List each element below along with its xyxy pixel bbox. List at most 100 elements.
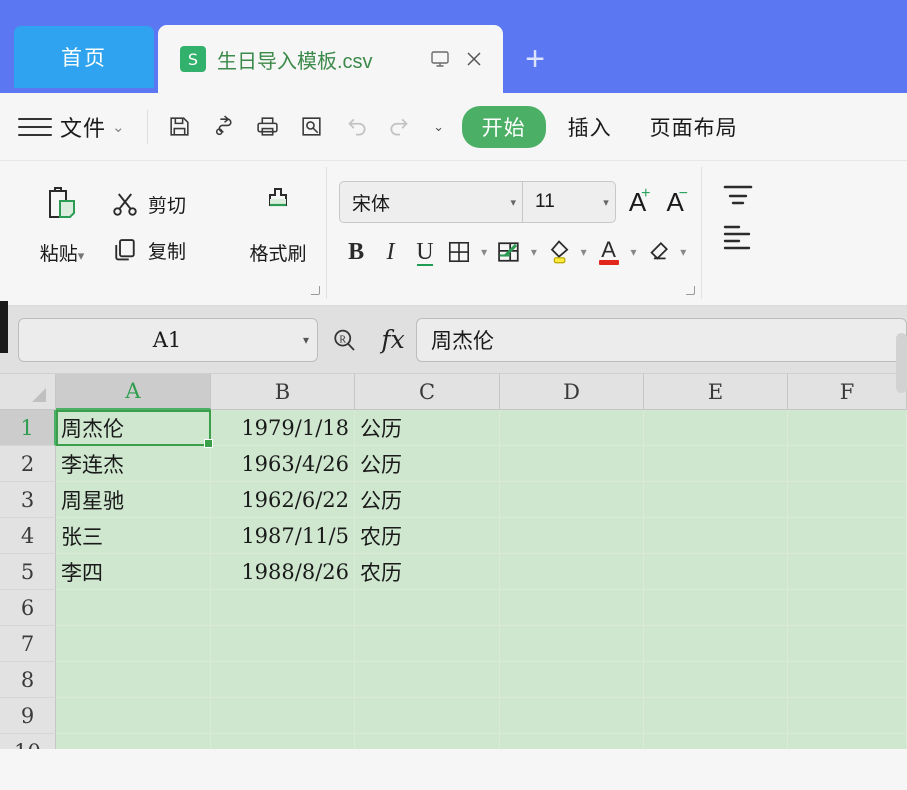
left-align-button[interactable]: [721, 223, 755, 253]
save-icon[interactable]: [158, 105, 202, 149]
cell-b7[interactable]: [211, 626, 355, 662]
redo-icon[interactable]: [378, 105, 422, 149]
top-align-button[interactable]: [721, 183, 755, 209]
print-preview-icon[interactable]: [290, 105, 334, 149]
fill-color-caret-icon[interactable]: ▾: [576, 245, 591, 259]
cell-f10[interactable]: [788, 734, 907, 749]
cell-e8[interactable]: [644, 662, 788, 698]
file-menu-button[interactable]: 文件: [60, 111, 106, 143]
cell-c8[interactable]: [355, 662, 500, 698]
cell-d2[interactable]: [500, 446, 644, 482]
cell-e2[interactable]: [644, 446, 788, 482]
font-size-combo[interactable]: 11 ▾: [522, 181, 616, 223]
cell-f5[interactable]: [788, 554, 907, 590]
fill-color-button[interactable]: [542, 231, 576, 273]
cell-c10[interactable]: [355, 734, 500, 749]
row-header-7[interactable]: 7: [0, 626, 56, 662]
cell-b3[interactable]: 1962/6/22: [211, 482, 355, 518]
row-header-1[interactable]: 1: [0, 410, 56, 446]
cell-f2[interactable]: [788, 446, 907, 482]
cell-d6[interactable]: [500, 590, 644, 626]
cell-c6[interactable]: [355, 590, 500, 626]
cell-d8[interactable]: [500, 662, 644, 698]
cell-d7[interactable]: [500, 626, 644, 662]
cell-d1[interactable]: [500, 410, 644, 446]
cell-e1[interactable]: [644, 410, 788, 446]
cell-e10[interactable]: [644, 734, 788, 749]
cell-f4[interactable]: [788, 518, 907, 554]
cell-d3[interactable]: [500, 482, 644, 518]
cell-b8[interactable]: [211, 662, 355, 698]
decrease-font-size-button[interactable]: A −: [659, 181, 691, 223]
select-all-button[interactable]: [0, 374, 56, 410]
paste-button[interactable]: 粘贴▾: [14, 167, 110, 299]
tab-insert[interactable]: 插入: [552, 107, 628, 147]
row-header-10[interactable]: 10: [0, 734, 56, 749]
cell-a7[interactable]: [56, 626, 211, 662]
cell-c2[interactable]: 公历: [355, 446, 500, 482]
column-header-d[interactable]: D: [500, 374, 644, 410]
cell-a9[interactable]: [56, 698, 211, 734]
more-commands-chevron-icon[interactable]: ⌄: [422, 119, 456, 135]
cell-d4[interactable]: [500, 518, 644, 554]
cell-c7[interactable]: [355, 626, 500, 662]
cell-e4[interactable]: [644, 518, 788, 554]
tab-home-ribbon[interactable]: 开始: [462, 106, 546, 148]
cell-e6[interactable]: [644, 590, 788, 626]
ribbon-scrollbar[interactable]: [896, 333, 907, 393]
print-icon[interactable]: [246, 105, 290, 149]
column-header-b[interactable]: B: [211, 374, 355, 410]
cell-d5[interactable]: [500, 554, 644, 590]
cell-c4[interactable]: 农历: [355, 518, 500, 554]
cell-a10[interactable]: [56, 734, 211, 749]
column-header-e[interactable]: E: [644, 374, 788, 410]
close-icon[interactable]: [457, 42, 491, 76]
cell-b10[interactable]: [211, 734, 355, 749]
cell-c5[interactable]: 农历: [355, 554, 500, 590]
name-box[interactable]: A1 ▾: [18, 318, 318, 362]
row-header-4[interactable]: 4: [0, 518, 56, 554]
cell-d9[interactable]: [500, 698, 644, 734]
font-color-button[interactable]: A: [591, 231, 625, 273]
tab-page-layout[interactable]: 页面布局: [634, 107, 754, 147]
search-range-icon[interactable]: R: [318, 325, 370, 355]
font-dialog-launcher[interactable]: [686, 286, 695, 295]
row-header-3[interactable]: 3: [0, 482, 56, 518]
column-header-c[interactable]: C: [355, 374, 500, 410]
cell-f1[interactable]: [788, 410, 907, 446]
cell-e3[interactable]: [644, 482, 788, 518]
cell-f8[interactable]: [788, 662, 907, 698]
cell-a6[interactable]: [56, 590, 211, 626]
italic-button[interactable]: I: [373, 231, 407, 273]
row-header-9[interactable]: 9: [0, 698, 56, 734]
cell-c1[interactable]: 公历: [355, 410, 500, 446]
chevron-down-icon[interactable]: ⌄: [112, 118, 125, 136]
cell-c3[interactable]: 公历: [355, 482, 500, 518]
cell-style-caret-icon[interactable]: ▾: [526, 245, 541, 259]
cell-a8[interactable]: [56, 662, 211, 698]
insert-function-button[interactable]: fx: [370, 325, 416, 354]
cell-e9[interactable]: [644, 698, 788, 734]
clear-format-caret-icon[interactable]: ▾: [676, 245, 691, 259]
row-header-2[interactable]: 2: [0, 446, 56, 482]
undo-icon[interactable]: [334, 105, 378, 149]
cell-b4[interactable]: 1987/11/5: [211, 518, 355, 554]
cell-e5[interactable]: [644, 554, 788, 590]
bold-button[interactable]: B: [339, 231, 373, 273]
cell-a3[interactable]: 周星驰: [56, 482, 211, 518]
clear-format-button[interactable]: [641, 231, 675, 273]
increase-font-size-button[interactable]: A +: [622, 181, 654, 223]
cell-f6[interactable]: [788, 590, 907, 626]
cell-b9[interactable]: [211, 698, 355, 734]
borders-caret-icon[interactable]: ▾: [476, 245, 491, 259]
cell-f9[interactable]: [788, 698, 907, 734]
column-header-f[interactable]: F: [788, 374, 907, 410]
cell-a2[interactable]: 李连杰: [56, 446, 211, 482]
font-name-combo[interactable]: 宋体 ▾: [339, 181, 523, 223]
cut-button[interactable]: 剪切: [110, 181, 230, 227]
format-painter-button[interactable]: 格式刷: [230, 167, 326, 299]
column-header-a[interactable]: A: [56, 374, 211, 410]
formula-input[interactable]: 周杰伦: [416, 318, 907, 362]
cell-b6[interactable]: [211, 590, 355, 626]
cell-c9[interactable]: [355, 698, 500, 734]
